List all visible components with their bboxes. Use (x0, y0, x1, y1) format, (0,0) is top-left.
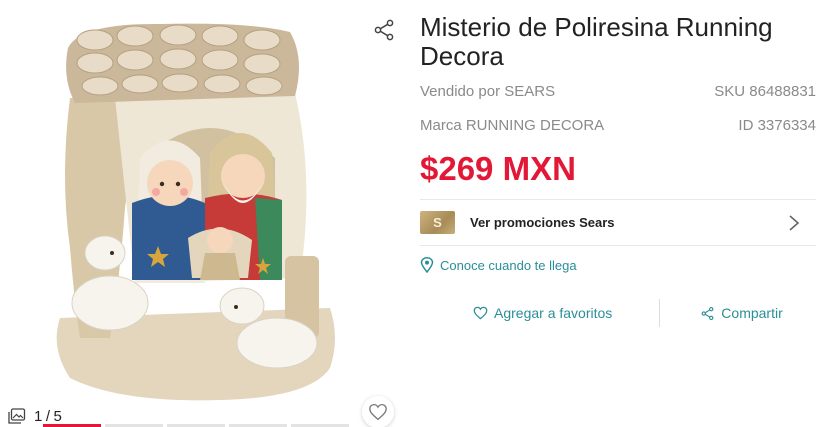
product-info: Misterio de Poliresina Running Decora Ve… (420, 0, 816, 327)
share-icon (701, 306, 714, 320)
counter-current: 1 (34, 407, 43, 425)
delivery-link[interactable]: Conoce cuando te llega (420, 255, 816, 275)
promotions-label: Ver promociones Sears (470, 215, 615, 230)
price: $269 MXN (420, 150, 576, 187)
favorite-circle-button[interactable] (362, 396, 394, 427)
heart-icon (473, 306, 488, 320)
share-icon[interactable] (372, 18, 396, 42)
chevron-right-icon (789, 214, 800, 231)
counter-text: 1/5 (34, 408, 62, 425)
promotions-row[interactable]: S Ver promociones Sears (420, 199, 816, 246)
id-text: ID 3376334 (738, 117, 816, 134)
action-bar: Agregar a favoritos Compartir (420, 299, 816, 327)
sears-logo: S (420, 211, 455, 234)
heart-icon (369, 403, 387, 421)
share-label: Compartir (721, 305, 783, 321)
add-to-favorites-button[interactable]: Agregar a favoritos (473, 305, 612, 321)
product-image[interactable] (40, 18, 360, 403)
location-pin-icon (420, 257, 434, 273)
favorites-label: Agregar a favoritos (494, 305, 613, 321)
delivery-label: Conoce cuando te llega (440, 257, 577, 273)
seller-text: Vendido por SEARS (420, 83, 556, 100)
sku-text: SKU 86488831 (714, 83, 816, 100)
counter-separator: / (45, 407, 51, 425)
product-title: Misterio de Poliresina Running Decora (420, 12, 773, 71)
action-divider (659, 299, 661, 327)
share-button[interactable]: Compartir (700, 305, 783, 321)
product-gallery: 1/5 (0, 0, 405, 427)
brand-text: Marca RUNNING DECORA (420, 117, 605, 134)
gallery-icon (8, 408, 26, 424)
seller-row: Vendido por SEARS SKU 86488831 (420, 83, 816, 100)
counter-total: 5 (53, 407, 63, 425)
brand-row: Marca RUNNING DECORA ID 3376334 (420, 117, 816, 134)
